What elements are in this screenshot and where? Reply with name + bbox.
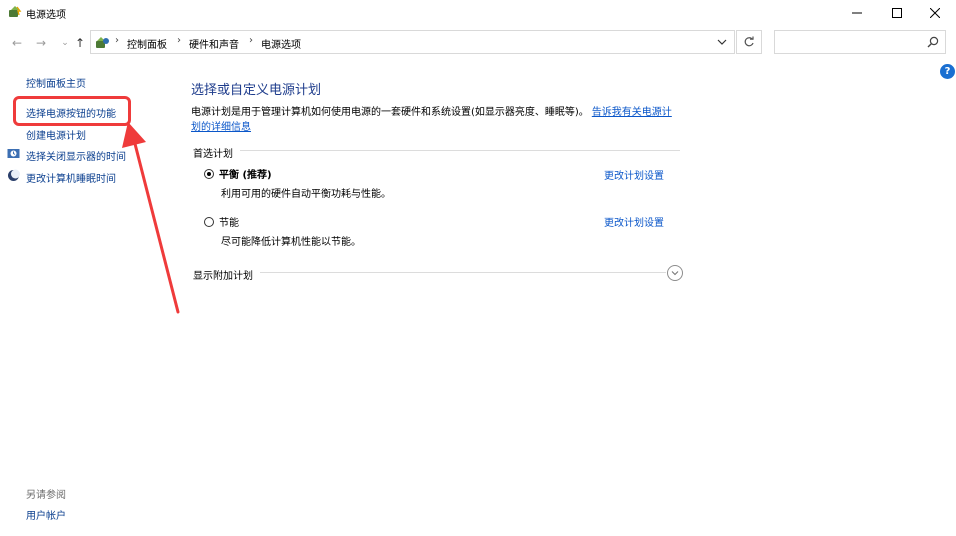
- annotation-highlight-box: [13, 96, 131, 126]
- page-title: 选择或自定义电源计划: [191, 83, 322, 98]
- control-panel-icon: [95, 35, 110, 50]
- sidebar-item-display-off-time[interactable]: 选择关闭显示器的时间: [26, 148, 126, 163]
- plan-balanced-change-settings-link[interactable]: 更改计划设置: [604, 167, 664, 182]
- sidebar-item-create-power-plan[interactable]: 创建电源计划: [26, 127, 86, 142]
- chevron-down-icon: [717, 39, 727, 45]
- forward-button[interactable]: →: [33, 36, 49, 50]
- breadcrumb-separator: ›: [177, 35, 181, 46]
- maximize-button[interactable]: [876, 0, 918, 26]
- breadcrumb-separator: ›: [249, 35, 253, 46]
- preferred-plans-heading: 首选计划: [193, 149, 233, 160]
- minimize-icon: [852, 12, 862, 14]
- clock-icon: [7, 147, 20, 160]
- close-button[interactable]: [914, 0, 956, 26]
- see-also-user-accounts[interactable]: 用户帐户: [26, 507, 66, 522]
- forward-arrow-icon: →: [35, 36, 47, 50]
- learn-more-link[interactable]: 告诉我有关电源计: [592, 107, 672, 118]
- help-icon[interactable]: ?: [940, 64, 955, 79]
- show-additional-plans-label[interactable]: 显示附加计划: [193, 267, 253, 282]
- plan-balanced-description: 利用可用的硬件自动平衡功耗与性能。: [221, 189, 391, 200]
- address-bar[interactable]: › 控制面板 › 硬件和声音 › 电源选项: [90, 30, 735, 54]
- recent-locations-button[interactable]: ⌄: [57, 36, 73, 50]
- back-button[interactable]: ←: [9, 36, 25, 50]
- description-text: 电源计划是用于管理计算机如何使用电源的一套硬件和系统设置(如显示器亮度、睡眠等)…: [191, 103, 672, 118]
- breadcrumb-power-options[interactable]: 电源选项: [261, 36, 301, 51]
- title-bar: 电源选项: [0, 0, 956, 26]
- plan-power-saver-change-settings-link[interactable]: 更改计划设置: [604, 214, 664, 229]
- plan-power-saver-name[interactable]: 节能: [219, 214, 239, 229]
- breadcrumb-hardware-sound[interactable]: 硬件和声音: [189, 36, 239, 51]
- expand-additional-plans-button[interactable]: [667, 265, 683, 281]
- back-arrow-icon: ←: [11, 36, 23, 50]
- divider: [260, 272, 666, 273]
- sidebar-item-sleep-time[interactable]: 更改计算机睡眠时间: [26, 170, 116, 185]
- maximize-icon: [892, 8, 902, 18]
- learn-more-link-continued[interactable]: 划的详细信息: [191, 118, 251, 133]
- description-body: 电源计划是用于管理计算机如何使用电源的一套硬件和系统设置(如显示器亮度、睡眠等)…: [191, 107, 589, 118]
- close-icon: [930, 8, 940, 18]
- minimize-button[interactable]: [836, 0, 878, 26]
- power-options-icon: [8, 5, 22, 19]
- refresh-icon: [744, 36, 754, 47]
- search-icon: [927, 36, 939, 48]
- refresh-button[interactable]: [736, 30, 762, 54]
- plan-power-saver-description: 尽可能降低计算机性能以节能。: [221, 237, 361, 248]
- address-dropdown-button[interactable]: [715, 35, 729, 49]
- divider: [240, 150, 680, 151]
- breadcrumb-control-panel[interactable]: 控制面板: [127, 36, 167, 51]
- annotation-arrow: [122, 122, 180, 314]
- radio-selected-dot: [207, 172, 211, 176]
- chevron-down-icon: ⌄: [61, 38, 69, 48]
- plan-power-saver-radio[interactable]: [204, 217, 214, 227]
- see-also-heading: 另请参阅: [26, 490, 66, 501]
- search-input[interactable]: [774, 30, 946, 54]
- up-button[interactable]: ↑: [72, 36, 88, 50]
- plan-balanced-radio[interactable]: [204, 169, 214, 179]
- sidebar-item-control-panel-home[interactable]: 控制面板主页: [26, 75, 86, 90]
- window-title: 电源选项: [26, 10, 66, 21]
- plan-balanced-name[interactable]: 平衡 (推荐): [219, 166, 272, 181]
- moon-icon: [7, 169, 20, 182]
- breadcrumb-separator: ›: [115, 35, 119, 46]
- chevron-down-icon: [671, 271, 679, 276]
- up-arrow-icon: ↑: [74, 36, 86, 50]
